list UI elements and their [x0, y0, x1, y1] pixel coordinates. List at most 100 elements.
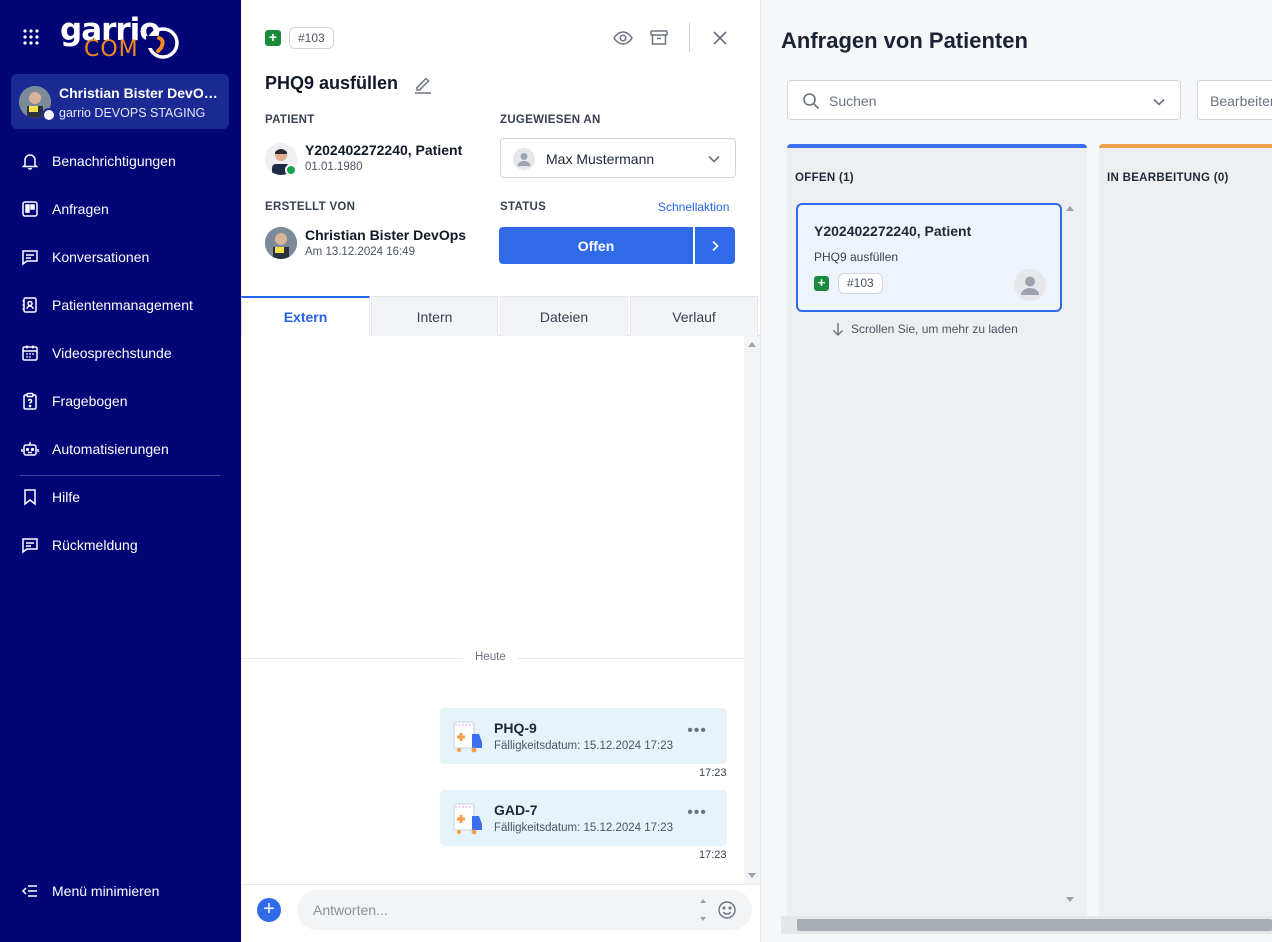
kanban-column-in-bearbeitung: IN BEARBEITUNG (0) — [1099, 144, 1272, 916]
logo-mark-icon — [146, 27, 179, 59]
apps-grid-icon[interactable] — [22, 28, 40, 46]
status-next-button[interactable] — [695, 227, 735, 264]
patient-dob: 01.01.1980 — [305, 161, 363, 173]
scrollbar-thumb[interactable] — [797, 919, 1272, 931]
assignee-filter-label: Bearbeiter — [1210, 93, 1272, 109]
sidebar-item-label: Hilfe — [52, 489, 81, 505]
sidebar-item-label: Fragebogen — [52, 393, 128, 409]
garrio-logo[interactable]: garrio COM — [60, 10, 185, 62]
toolbar-divider — [689, 22, 690, 52]
input-resize-arrows-icon — [700, 899, 706, 921]
search-input[interactable]: Suchen — [787, 80, 1181, 120]
assignee-filter[interactable]: Bearbeiter — [1197, 80, 1272, 120]
edit-pencil-icon[interactable] — [413, 74, 433, 94]
sidebar-item-benachrichtigungen[interactable]: Benachrichtigungen — [0, 143, 241, 179]
sidebar-item-automatisierungen[interactable]: Automatisierungen — [0, 431, 241, 467]
feedback-icon — [22, 538, 38, 554]
ticket-id-badge: #103 — [289, 27, 334, 49]
chevron-right-icon — [712, 240, 719, 251]
tab-extern[interactable]: Extern — [241, 296, 370, 336]
status-button[interactable]: Offen — [499, 227, 693, 264]
message-title: PHQ-9 — [494, 720, 537, 736]
day-separator: Heute — [463, 651, 518, 663]
emoji-icon[interactable] — [717, 900, 737, 920]
thread-scrollbar[interactable] — [744, 336, 760, 884]
card-subtitle: PHQ9 ausfüllen — [814, 250, 899, 264]
column-title: IN BEARBEITUNG (0) — [1107, 172, 1229, 184]
creator-name: Christian Bister DevOps — [305, 227, 467, 243]
assignee-select[interactable]: Max Mustermann — [500, 138, 736, 178]
chevron-down-icon[interactable] — [1152, 95, 1166, 109]
created-date: Am 13.12.2024 16:49 — [305, 246, 415, 258]
assigned-label: ZUGEWIESEN AN — [500, 114, 601, 126]
sidebar-divider — [20, 475, 220, 476]
patient-label: PATIENT — [265, 114, 315, 126]
sidebar-item-patientenmanagement[interactable]: Patientenmanagement — [0, 287, 241, 323]
board-horizontal-scrollbar[interactable] — [781, 916, 1272, 934]
clipboard-question-icon — [23, 392, 37, 410]
sidebar-item-videosprechstunde[interactable]: Videosprechstunde — [0, 335, 241, 371]
medical-plus-icon: + — [814, 276, 829, 291]
assignee-name: Max Mustermann — [546, 151, 655, 167]
close-icon[interactable] — [709, 27, 731, 49]
sidebar-item-anfragen[interactable]: Anfragen — [0, 191, 241, 227]
sidebar-item-label: Anfragen — [52, 201, 109, 217]
load-more-hint: Scrollen Sie, um mehr zu laden — [831, 322, 1018, 336]
sidebar-item-label: Automatisierungen — [52, 441, 169, 457]
board-icon — [22, 201, 38, 217]
quick-action-link[interactable]: Schnellaktion — [658, 200, 729, 214]
medical-plus-icon: + — [265, 30, 281, 46]
sidebar-item-label: Konversationen — [52, 249, 150, 265]
reply-bar: + — [241, 884, 760, 942]
more-options-icon[interactable]: ••• — [687, 722, 707, 740]
sidebar-item-label: Videosprechstunde — [52, 345, 172, 361]
tab-intern[interactable]: Intern — [371, 296, 498, 336]
reply-input[interactable] — [297, 890, 752, 930]
column-scrollbar[interactable] — [1061, 201, 1079, 911]
eye-icon[interactable] — [612, 27, 634, 49]
add-attachment-button[interactable]: + — [257, 898, 281, 922]
sidebar-item-fragebogen[interactable]: Fragebogen — [0, 383, 241, 419]
verified-check-icon — [285, 164, 297, 176]
sidebar-item-label: Benachrichtigungen — [52, 153, 176, 169]
detail-tabs: Extern Intern Dateien Verlauf — [241, 296, 760, 336]
message-title: GAD-7 — [494, 802, 538, 818]
patient-name-link[interactable]: Y202402272240, Patient — [305, 142, 475, 158]
user-organization: garrio DEVOPS STAGING — [59, 106, 206, 120]
bookmark-icon — [24, 489, 36, 506]
sidebar-item-label: Patientenmanagement — [52, 297, 193, 313]
more-options-icon[interactable]: ••• — [687, 804, 707, 822]
assignee-avatar — [513, 148, 535, 170]
search-placeholder: Suchen — [829, 93, 877, 109]
calendar-icon — [22, 345, 38, 361]
questionnaire-message[interactable]: PHQ-9 Fälligkeitsdatum: 15.12.2024 17:23… — [440, 708, 727, 764]
archive-icon[interactable] — [648, 27, 670, 49]
questionnaire-document-icon — [453, 803, 482, 835]
chat-icon — [22, 250, 38, 266]
sidebar: garrio COM Christian Bister DevOps garri… — [0, 0, 241, 942]
patient-card-icon — [22, 297, 37, 313]
message-due-date: Fälligkeitsdatum: 15.12.2024 17:23 — [494, 740, 674, 752]
column-title: OFFEN (1) — [795, 172, 854, 184]
page-title: Anfragen von Patienten — [781, 28, 1028, 53]
search-icon — [803, 93, 820, 110]
sidebar-item-hilfe[interactable]: Hilfe — [0, 479, 241, 515]
tab-verlauf[interactable]: Verlauf — [630, 296, 758, 336]
questionnaire-document-icon — [453, 721, 482, 753]
created-by-label: ERSTELLT VON — [265, 201, 356, 213]
minimize-menu-button[interactable]: Menü minimieren — [0, 873, 241, 909]
ticket-id-badge: #103 — [838, 273, 883, 294]
request-card[interactable]: Y202402272240, Patient PHQ9 ausfüllen + … — [796, 203, 1062, 312]
questionnaire-message[interactable]: GAD-7 Fälligkeitsdatum: 15.12.2024 17:23… — [440, 790, 727, 846]
request-detail-panel: + #103 PHQ9 ausfüllen PATIENT Y202402272… — [241, 0, 761, 942]
user-name: Christian Bister DevOps — [59, 85, 219, 101]
card-patient-name: Y202402272240, Patient — [814, 223, 972, 239]
request-title: PHQ9 ausfüllen — [265, 73, 399, 93]
creator-avatar — [265, 227, 297, 259]
user-profile-card[interactable]: Christian Bister DevOps garrio DEVOPS ST… — [11, 74, 229, 129]
robot-icon — [21, 442, 39, 456]
sidebar-item-rueckmeldung[interactable]: Rückmeldung — [0, 527, 241, 563]
tab-dateien[interactable]: Dateien — [500, 296, 628, 336]
sidebar-item-konversationen[interactable]: Konversationen — [0, 239, 241, 275]
message-time: 17:23 — [699, 767, 727, 779]
